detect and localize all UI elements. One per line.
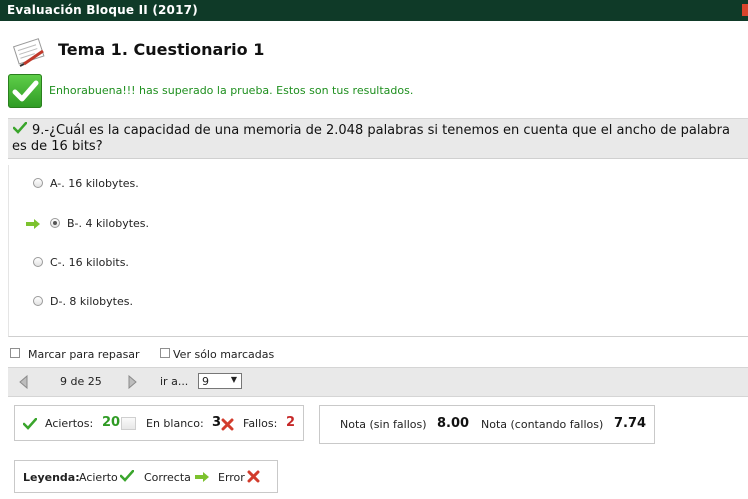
answer-option-d[interactable]: D-. 8 kilobytes. xyxy=(9,292,709,312)
review-options: Marcar para repasar Ver sólo marcadas xyxy=(10,347,510,363)
review-checkbox[interactable] xyxy=(10,348,20,358)
prev-arrow-icon[interactable] xyxy=(18,375,28,389)
check-icon xyxy=(120,470,134,482)
close-icon[interactable] xyxy=(742,4,748,16)
legend-title: Leyenda: xyxy=(23,471,80,484)
blank-label: En blanco: xyxy=(146,417,204,430)
result-banner: Enhorabuena!!! has superado la prueba. E… xyxy=(8,74,748,110)
page-header: Tema 1. Cuestionario 1 xyxy=(0,21,748,71)
legend-correct-label: Acierto xyxy=(79,471,118,484)
review-label: Marcar para repasar xyxy=(28,348,140,361)
grade-with-penalty-value: 7.74 xyxy=(614,416,647,431)
correct-count: 20 xyxy=(102,415,121,430)
wrong-label: Fallos: xyxy=(243,417,278,430)
grades-box: Nota (sin fallos) 8.00 Nota (contando fa… xyxy=(319,405,655,444)
answer-label: D-. 8 kilobytes. xyxy=(50,295,133,308)
window-title: Evaluación Bloque II (2017) xyxy=(7,3,198,17)
correct-label: Aciertos: xyxy=(45,417,94,430)
paper-pencil-icon xyxy=(12,38,45,67)
goto-label: ir a... xyxy=(160,375,189,388)
answer-label: C-. 16 kilobits. xyxy=(50,256,129,269)
radio-d[interactable] xyxy=(33,296,43,306)
grade-no-penalty-value: 8.00 xyxy=(437,416,470,431)
blank-count: 3 xyxy=(212,415,222,430)
answer-option-b[interactable]: B-. 4 kilobytes. xyxy=(9,214,709,234)
cross-icon xyxy=(221,418,234,431)
legend-right-answer-label: Correcta xyxy=(144,471,191,484)
question-counter: 9 de 25 xyxy=(60,375,102,388)
legend-error-label: Error xyxy=(218,471,245,484)
result-message: Enhorabuena!!! has superado la prueba. E… xyxy=(49,84,414,97)
cross-icon xyxy=(247,470,260,483)
chevron-down-icon: ▼ xyxy=(230,375,237,384)
answer-label: B-. 4 kilobytes. xyxy=(67,217,150,230)
big-check-icon xyxy=(8,74,42,108)
stats-box: Aciertos: 20 En blanco: 3 Fallos: 2 xyxy=(14,405,304,441)
next-arrow-icon[interactable] xyxy=(128,375,138,389)
radio-a[interactable] xyxy=(33,178,43,188)
answer-option-a[interactable]: A-. 16 kilobytes. xyxy=(9,174,709,194)
goto-select[interactable]: 9 ▼ xyxy=(198,373,242,389)
legend-box: Leyenda: Acierto Correcta Error xyxy=(14,460,278,493)
goto-select-value: 9 xyxy=(202,375,209,388)
answer-label: A-. 16 kilobytes. xyxy=(50,177,139,190)
wrong-count: 2 xyxy=(286,415,296,430)
question-pager: 9 de 25 ir a... 9 ▼ xyxy=(8,367,748,397)
answer-list: A-. 16 kilobytes. B-. 4 kilobytes. C-. 1… xyxy=(8,165,748,337)
arrow-right-icon xyxy=(26,219,40,229)
window-titlebar: Evaluación Bloque II (2017) xyxy=(0,0,748,21)
radio-b[interactable] xyxy=(50,218,60,228)
question-text: 9.-¿Cuál es la capacidad de una memoria … xyxy=(12,123,730,154)
radio-c[interactable] xyxy=(33,257,43,267)
arrow-right-icon xyxy=(195,472,209,482)
grade-no-penalty-label: Nota (sin fallos) xyxy=(340,418,427,431)
question-box: 9.-¿Cuál es la capacidad de una memoria … xyxy=(8,118,748,159)
check-icon xyxy=(23,418,37,430)
show-marked-label: Ver sólo marcadas xyxy=(173,348,275,361)
page-title: Tema 1. Cuestionario 1 xyxy=(58,40,265,59)
grade-with-penalty-label: Nota (contando fallos) xyxy=(481,418,604,431)
answer-option-c[interactable]: C-. 16 kilobits. xyxy=(9,253,709,273)
show-marked-checkbox[interactable] xyxy=(160,348,170,358)
blank-icon xyxy=(121,417,136,430)
